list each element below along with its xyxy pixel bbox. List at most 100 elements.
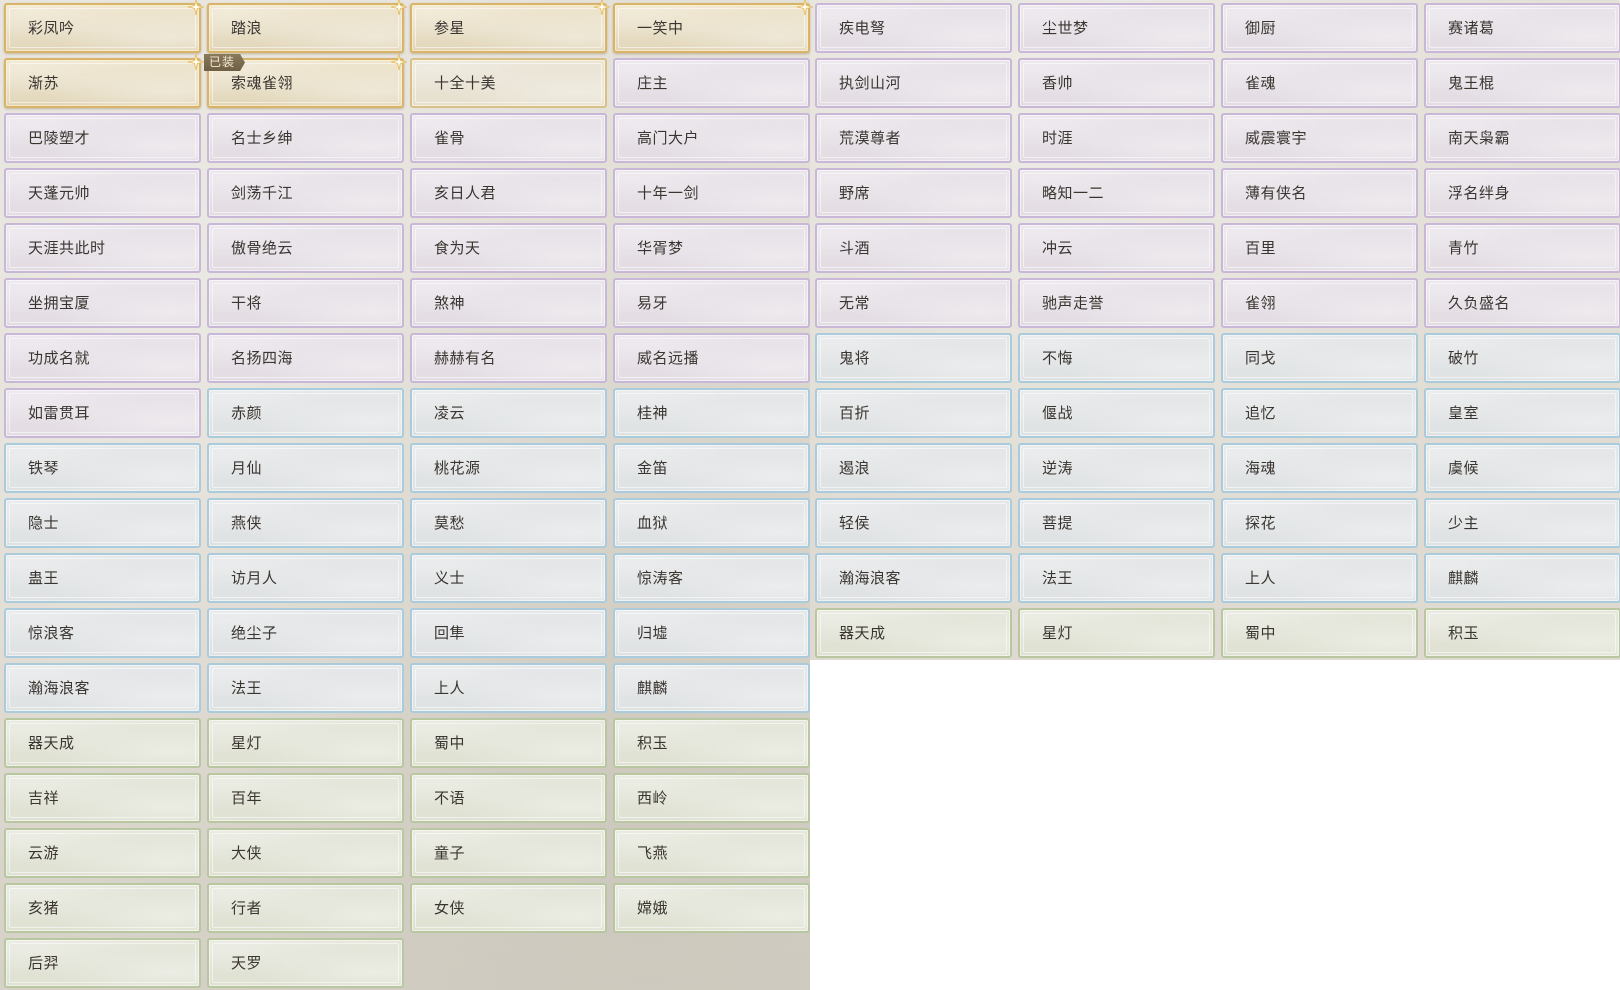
title-tile[interactable]: 访月人 (207, 553, 404, 603)
title-tile[interactable]: 一笑中 (613, 0, 813, 53)
title-tile[interactable]: 易牙 (613, 278, 810, 328)
title-tile[interactable]: 蜀中 (1221, 608, 1418, 658)
title-tile[interactable]: 略知一二 (1018, 168, 1215, 218)
title-tile[interactable]: 威名远播 (613, 333, 810, 383)
title-tile[interactable]: 剑荡千江 (207, 168, 404, 218)
title-tile[interactable]: 大侠 (207, 828, 404, 878)
title-tile[interactable]: 鬼王棍 (1424, 58, 1620, 108)
title-tile[interactable]: 巴陵塑才 (4, 113, 201, 163)
title-tile[interactable]: 虞候 (1424, 443, 1620, 493)
title-tile[interactable]: 隐士 (4, 498, 201, 548)
title-tile[interactable]: 亥日人君 (410, 168, 607, 218)
title-tile[interactable]: 雀魂 (1221, 58, 1418, 108)
title-tile[interactable]: 鬼将 (815, 333, 1012, 383)
title-tile[interactable]: 赫赫有名 (410, 333, 607, 383)
title-tile[interactable]: 荒漠尊者 (815, 113, 1012, 163)
title-tile[interactable]: 百年 (207, 773, 404, 823)
title-tile[interactable]: 麒麟 (613, 663, 810, 713)
title-tile[interactable]: 华胥梦 (613, 223, 810, 273)
title-tile[interactable]: 莫愁 (410, 498, 607, 548)
title-tile[interactable]: 渐苏 (4, 54, 204, 108)
title-tile[interactable]: 探花 (1221, 498, 1418, 548)
title-tile[interactable]: 十全十美 (410, 58, 607, 108)
title-tile[interactable]: 百折 (815, 388, 1012, 438)
title-tile[interactable]: 执剑山河 (815, 58, 1012, 108)
title-tile[interactable]: 吉祥 (4, 773, 201, 823)
title-tile[interactable]: 星灯 (207, 718, 404, 768)
title-tile[interactable]: 皇室 (1424, 388, 1620, 438)
title-tile[interactable]: 嫦娥 (613, 883, 810, 933)
title-tile[interactable]: 如雷贯耳 (4, 388, 201, 438)
title-tile[interactable]: 傲骨绝云 (207, 223, 404, 273)
title-tile[interactable]: 破竹 (1424, 333, 1620, 383)
title-tile[interactable]: 轻侯 (815, 498, 1012, 548)
title-tile[interactable]: 不悔 (1018, 333, 1215, 383)
title-tile[interactable]: 星灯 (1018, 608, 1215, 658)
title-tile[interactable]: 驰声走誉 (1018, 278, 1215, 328)
title-tile[interactable]: 麒麟 (1424, 553, 1620, 603)
title-tile[interactable]: 积玉 (613, 718, 810, 768)
title-tile[interactable]: 赤颜 (207, 388, 404, 438)
title-tile[interactable]: 赛诸葛 (1424, 3, 1620, 53)
title-tile[interactable]: 天蓬元帅 (4, 168, 201, 218)
title-tile[interactable]: 燕侠 (207, 498, 404, 548)
title-tile[interactable]: 冲云 (1018, 223, 1215, 273)
title-tile[interactable]: 坐拥宝厦 (4, 278, 201, 328)
title-tile[interactable]: 回隼 (410, 608, 607, 658)
title-tile[interactable]: 踏浪 (207, 0, 407, 53)
title-tile[interactable]: 南天枭霸 (1424, 113, 1620, 163)
title-tile[interactable]: 瀚海浪客 (815, 553, 1012, 603)
title-tile[interactable]: 香帅 (1018, 58, 1215, 108)
title-tile[interactable]: 后羿 (4, 938, 201, 988)
title-tile[interactable]: 月仙 (207, 443, 404, 493)
title-tile[interactable]: 无常 (815, 278, 1012, 328)
title-tile[interactable]: 归墟 (613, 608, 810, 658)
title-tile[interactable]: 庄主 (613, 58, 810, 108)
title-tile[interactable]: 器天成 (4, 718, 201, 768)
title-tile[interactable]: 积玉 (1424, 608, 1620, 658)
title-tile[interactable]: 干将 (207, 278, 404, 328)
title-tile[interactable]: 海魂 (1221, 443, 1418, 493)
title-tile[interactable]: 雀翎 (1221, 278, 1418, 328)
title-tile[interactable]: 亥猪 (4, 883, 201, 933)
title-tile[interactable]: 时涯 (1018, 113, 1215, 163)
title-tile[interactable]: 彩凤吟 (4, 0, 204, 53)
title-tile[interactable]: 上人 (410, 663, 607, 713)
title-tile[interactable]: 十年一剑 (613, 168, 810, 218)
title-tile[interactable]: 偃战 (1018, 388, 1215, 438)
title-tile[interactable]: 菩提 (1018, 498, 1215, 548)
title-tile[interactable]: 法王 (1018, 553, 1215, 603)
title-tile[interactable]: 器天成 (815, 608, 1012, 658)
title-tile[interactable]: 天罗 (207, 938, 404, 988)
title-tile[interactable]: 名扬四海 (207, 333, 404, 383)
title-tile[interactable]: 行者 (207, 883, 404, 933)
title-tile[interactable]: 名士乡绅 (207, 113, 404, 163)
title-tile[interactable]: 桃花源 (410, 443, 607, 493)
title-tile[interactable]: 食为天 (410, 223, 607, 273)
title-tile[interactable]: 云游 (4, 828, 201, 878)
title-tile[interactable]: 威震寰宇 (1221, 113, 1418, 163)
title-tile[interactable]: 百里 (1221, 223, 1418, 273)
title-tile[interactable]: 遏浪 (815, 443, 1012, 493)
title-tile[interactable]: 蛊王 (4, 553, 201, 603)
title-tile[interactable]: 雀骨 (410, 113, 607, 163)
title-tile[interactable]: 瀚海浪客 (4, 663, 201, 713)
title-tile[interactable]: 桂神 (613, 388, 810, 438)
title-tile[interactable]: 参星 (410, 0, 610, 53)
title-tile[interactable]: 金笛 (613, 443, 810, 493)
title-tile[interactable]: 不语 (410, 773, 607, 823)
title-tile[interactable]: 铁琴 (4, 443, 201, 493)
title-tile[interactable]: 浮名绊身 (1424, 168, 1620, 218)
title-tile[interactable]: 少主 (1424, 498, 1620, 548)
title-tile[interactable]: 上人 (1221, 553, 1418, 603)
title-tile[interactable]: 斗酒 (815, 223, 1012, 273)
title-tile[interactable]: 惊涛客 (613, 553, 810, 603)
title-tile[interactable]: 青竹 (1424, 223, 1620, 273)
title-tile[interactable]: 绝尘子 (207, 608, 404, 658)
title-tile[interactable]: 惊浪客 (4, 608, 201, 658)
title-tile[interactable]: 同戈 (1221, 333, 1418, 383)
title-tile[interactable]: 御厨 (1221, 3, 1418, 53)
title-tile[interactable]: 凌云 (410, 388, 607, 438)
title-tile[interactable]: 久负盛名 (1424, 278, 1620, 328)
title-tile[interactable]: 女侠 (410, 883, 607, 933)
